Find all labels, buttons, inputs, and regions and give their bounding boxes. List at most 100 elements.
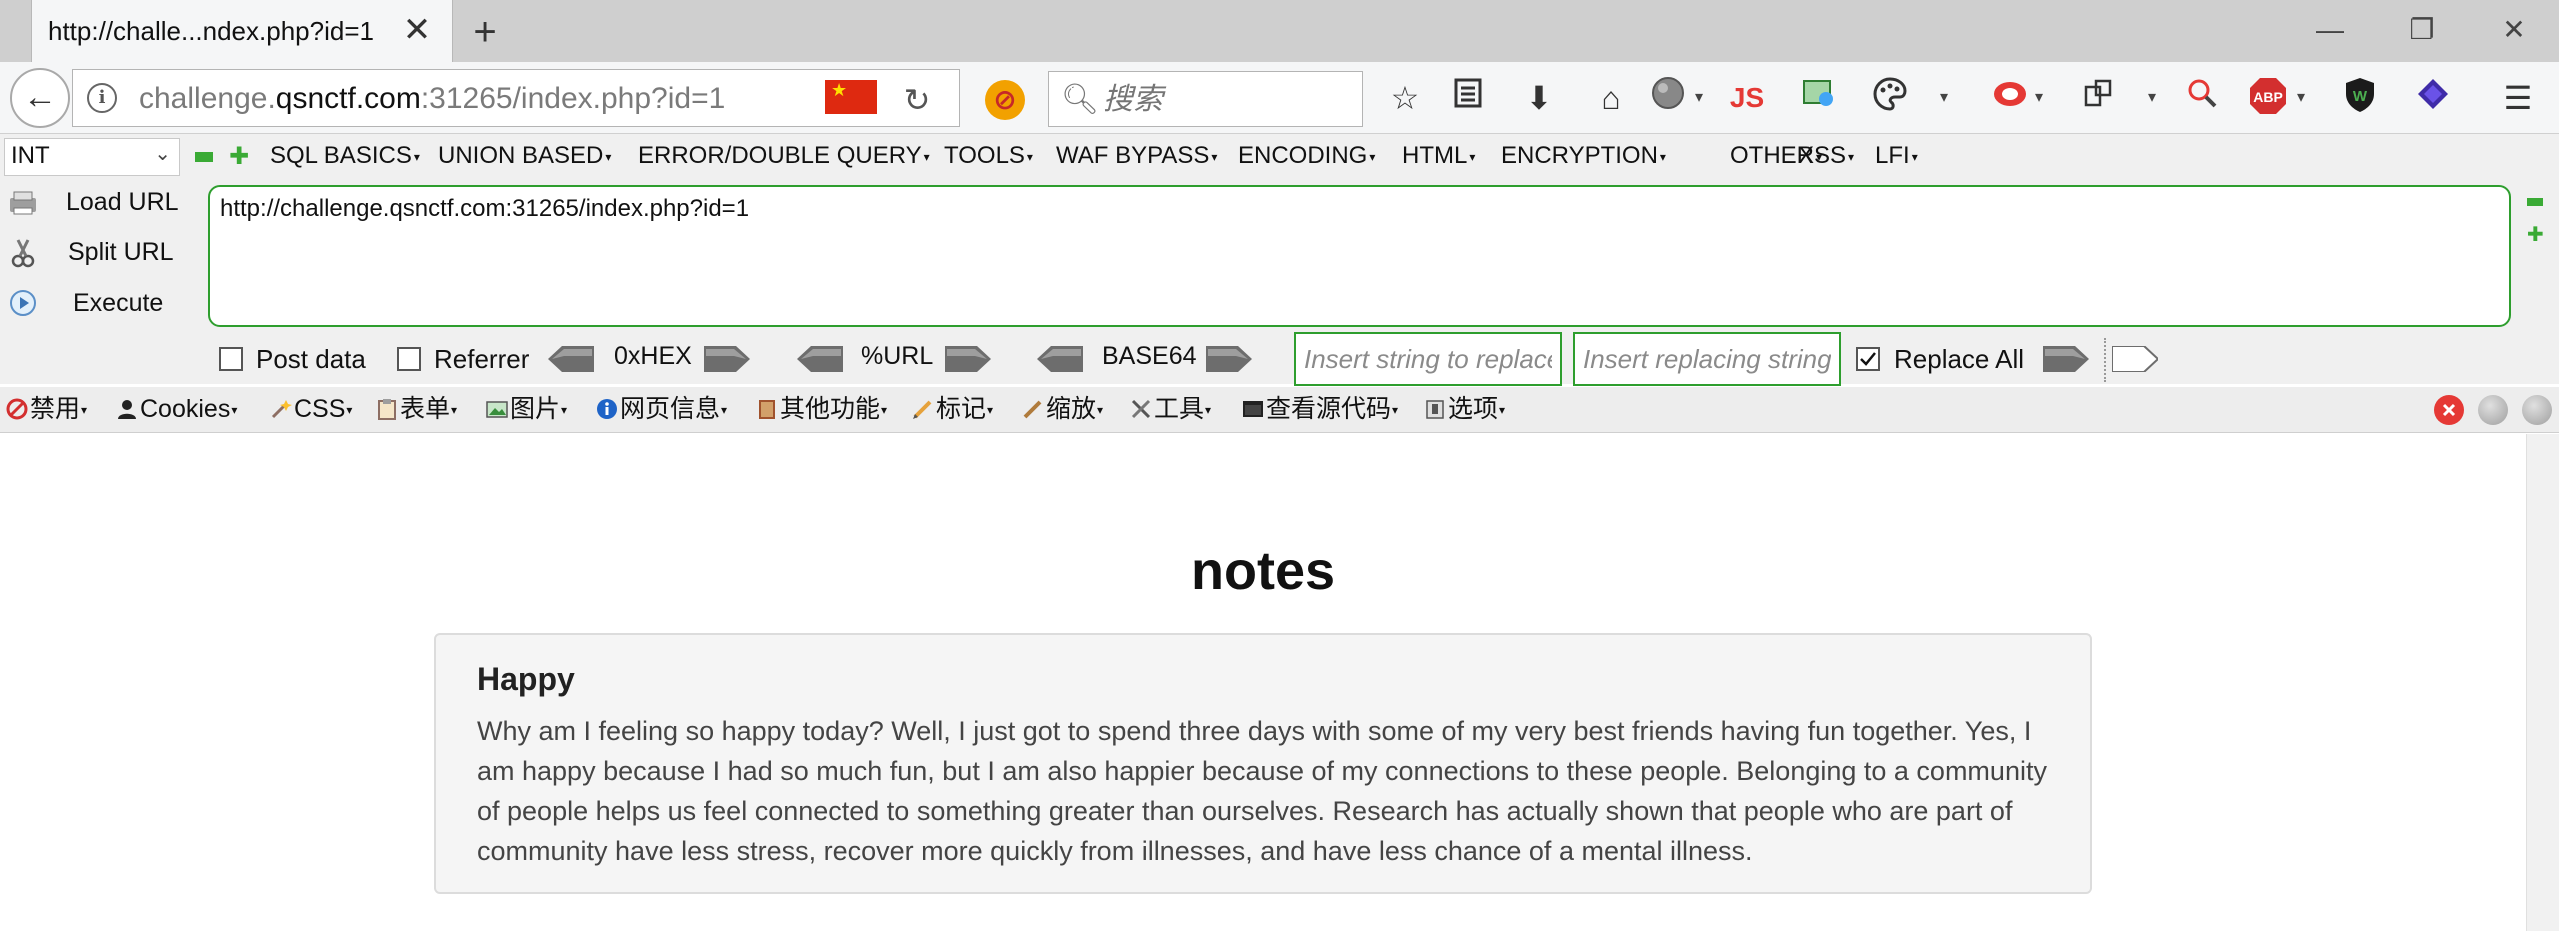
- menu-waf-bypass[interactable]: WAF BYPASS ▾: [1056, 142, 1217, 170]
- forms-menu[interactable]: 表单▾: [376, 392, 457, 426]
- adblock-dropdown-icon[interactable]: ▾: [2292, 84, 2310, 112]
- cookies-menu[interactable]: Cookies▾: [116, 392, 237, 426]
- globe-dropdown-icon[interactable]: ▾: [1690, 84, 1708, 112]
- info-icon: [597, 399, 617, 419]
- separator: [2104, 338, 2106, 382]
- tab-title: http://challe...ndex.php?id=1: [48, 16, 374, 46]
- base64-decode-arrow-icon[interactable]: [1037, 346, 1083, 372]
- menu-encryption[interactable]: ENCRYPTION ▾: [1501, 142, 1666, 170]
- addon-red-dropdown-icon[interactable]: ▾: [2030, 84, 2048, 112]
- split-url-button[interactable]: Split URL: [0, 230, 200, 276]
- menu-tools[interactable]: TOOLS ▾: [944, 142, 1033, 170]
- search-bar[interactable]: 🔍︎: [1048, 71, 1363, 127]
- info-icon[interactable]: i: [87, 83, 117, 113]
- wot-shield-icon[interactable]: W: [2338, 76, 2382, 120]
- base64-encode-arrow-icon[interactable]: [1206, 346, 1252, 372]
- menu-html[interactable]: HTML ▾: [1402, 142, 1475, 170]
- base64-label: BASE64: [1102, 342, 1197, 370]
- home-icon[interactable]: ⌂: [1589, 76, 1633, 120]
- reading-list-icon[interactable]: [1446, 76, 1490, 120]
- wand-icon: [271, 400, 292, 419]
- search-input[interactable]: [1101, 78, 1351, 120]
- menu-encoding[interactable]: ENCODING ▾: [1238, 142, 1375, 170]
- type-select[interactable]: INT ⌄: [4, 138, 180, 176]
- adblock-icon[interactable]: ABP: [2246, 76, 2290, 120]
- post-data-label: Post data: [256, 344, 366, 374]
- noscript-icon[interactable]: ⊘: [985, 80, 1025, 120]
- menu-lfi[interactable]: LFI ▾: [1875, 142, 1918, 170]
- restore-button[interactable]: ❐: [2392, 8, 2452, 52]
- tab-close-icon[interactable]: ✕: [399, 12, 435, 48]
- menu-sql-basics[interactable]: SQL BASICS ▾: [270, 142, 420, 170]
- options-menu[interactable]: 选项▾: [1424, 392, 1505, 426]
- replace-all-label: Replace All: [1894, 344, 2025, 374]
- grey-circle-icon[interactable]: [2478, 395, 2508, 425]
- replace-from-input[interactable]: [1294, 332, 1562, 386]
- wot-label: W: [2353, 88, 2368, 105]
- hackbar-url-textarea[interactable]: http://challenge.qsnctf.com:31265/index.…: [208, 185, 2511, 327]
- download-icon[interactable]: ⬇: [1517, 76, 1561, 120]
- book-icon: [759, 400, 775, 419]
- post-data-checkbox[interactable]: [219, 347, 243, 371]
- url-encode-arrow-icon[interactable]: [945, 346, 991, 372]
- view-source-menu[interactable]: 查看源代码▾: [1242, 392, 1398, 426]
- tab-active[interactable]: http://challe...ndex.php?id=1 ✕: [31, 0, 453, 62]
- hex-decode-arrow-icon[interactable]: [548, 346, 594, 372]
- replace-all-checkbox[interactable]: [1856, 347, 1880, 371]
- minimize-button[interactable]: —: [2300, 8, 2360, 52]
- replace-to-input[interactable]: [1573, 332, 1841, 386]
- search-icon: 🔍︎: [1061, 83, 1100, 116]
- diamond-addon-icon[interactable]: [2411, 76, 2455, 120]
- image-toggle-icon[interactable]: [1797, 76, 1841, 120]
- hex-encode-arrow-icon[interactable]: [704, 346, 750, 372]
- user-icon: [118, 400, 136, 419]
- china-flag-icon[interactable]: ★: [825, 80, 877, 114]
- menu-union-based[interactable]: UNION BASED ▾: [438, 142, 611, 170]
- close-toolbar-icon[interactable]: [2434, 395, 2464, 425]
- inspect-search-icon[interactable]: [2180, 76, 2224, 120]
- reload-icon[interactable]: ↻: [895, 80, 939, 120]
- referrer-checkbox[interactable]: [397, 347, 421, 371]
- plus-icon[interactable]: ✚: [2527, 225, 2544, 245]
- grey-circle-icon[interactable]: [2522, 395, 2552, 425]
- load-url-icon: [10, 191, 36, 215]
- minus-icon[interactable]: [2527, 198, 2543, 206]
- execute-label: Execute: [73, 289, 164, 317]
- back-button[interactable]: ←: [10, 68, 70, 128]
- note-title: Happy: [477, 661, 575, 697]
- hamburger-menu-icon[interactable]: ☰: [2496, 76, 2540, 120]
- images-menu[interactable]: 图片▾: [486, 392, 567, 426]
- clipboard-icon: [378, 399, 396, 420]
- minus-icon[interactable]: [195, 152, 213, 162]
- url-decode-arrow-icon[interactable]: [797, 346, 843, 372]
- tools-menu[interactable]: 工具▾: [1130, 392, 1211, 426]
- url-encode-label: %URL: [861, 342, 934, 370]
- outline-menu[interactable]: 标记▾: [912, 392, 993, 426]
- bookmark-star-icon[interactable]: ☆: [1383, 76, 1427, 120]
- addon-red-icon[interactable]: [1988, 76, 2032, 120]
- pencil-icon: [913, 400, 932, 419]
- palette-icon[interactable]: [1868, 76, 1912, 120]
- scrollbar[interactable]: [2526, 434, 2559, 931]
- window-close-button[interactable]: ✕: [2484, 8, 2544, 52]
- execute-button[interactable]: Execute: [0, 280, 200, 326]
- menu-xss[interactable]: XSS ▾: [1798, 142, 1854, 170]
- replace-run-arrow-icon[interactable]: [2043, 346, 2089, 372]
- css-menu[interactable]: CSS▾: [270, 392, 352, 426]
- replace-next-arrow-icon[interactable]: [2112, 346, 2158, 372]
- page-info-menu[interactable]: 网页信息▾: [596, 392, 727, 426]
- misc-menu[interactable]: 其他功能▾: [756, 392, 887, 426]
- page-action-dropdown-icon[interactable]: ▾: [2143, 84, 2161, 112]
- page-title: notes: [1190, 541, 1336, 601]
- plus-icon[interactable]: ✚: [229, 145, 249, 169]
- globe-icon[interactable]: [1646, 76, 1690, 120]
- load-url-button[interactable]: Load URL: [0, 180, 200, 226]
- disable-menu[interactable]: 禁用▾: [6, 392, 87, 426]
- new-tab-button[interactable]: +: [463, 10, 507, 54]
- page-action-icon[interactable]: [2076, 76, 2120, 120]
- resize-menu[interactable]: 缩放▾: [1022, 392, 1103, 426]
- chevron-down-icon: ⌄: [154, 143, 171, 165]
- menu-error-double-query[interactable]: ERROR/DOUBLE QUERY ▾: [638, 142, 930, 170]
- js-icon[interactable]: JS: [1725, 76, 1769, 120]
- palette-dropdown-icon[interactable]: ▾: [1935, 84, 1953, 112]
